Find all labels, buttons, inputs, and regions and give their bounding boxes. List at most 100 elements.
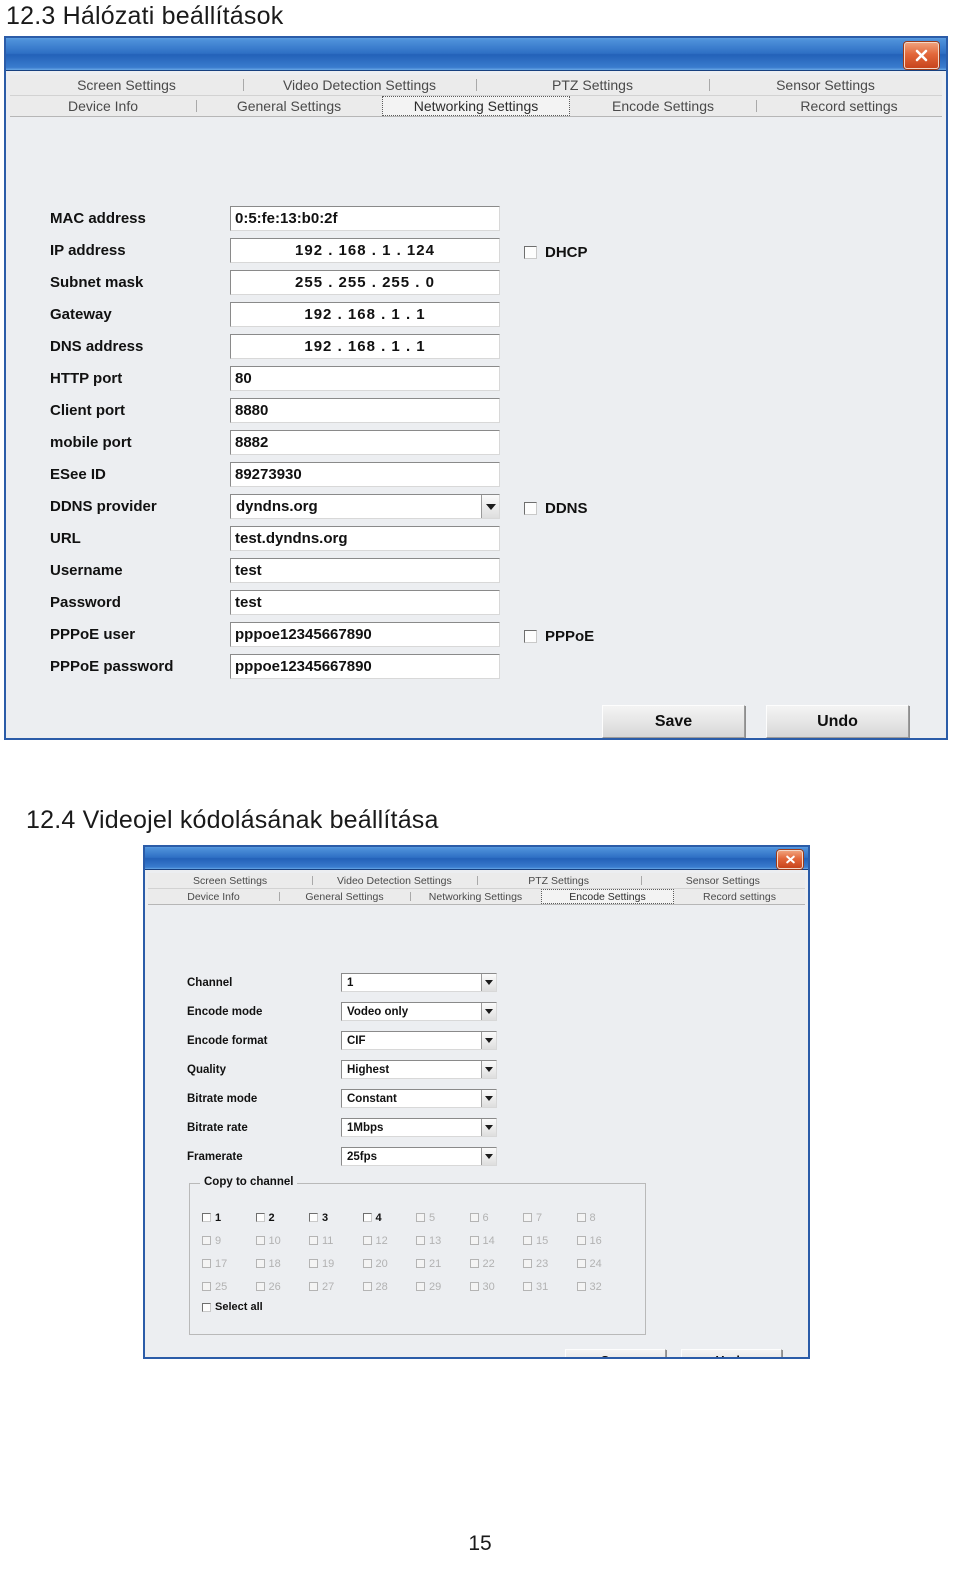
tab-encode-settings[interactable]: Encode Settings xyxy=(541,889,674,904)
channel-checkbox-23: 23 xyxy=(523,1258,577,1270)
tab-ptz-settings[interactable]: PTZ Settings xyxy=(476,873,641,888)
ddns-checkbox[interactable]: DDNS xyxy=(524,500,588,517)
chevron-down-icon[interactable] xyxy=(481,974,496,991)
channel-checkbox-box xyxy=(202,1282,211,1291)
undo-button[interactable]: Undo xyxy=(681,1349,782,1357)
esee-id-value: 89273930 xyxy=(235,466,302,483)
tab-general-settings[interactable]: General Settings xyxy=(196,96,382,116)
tab-ptz-settings[interactable]: PTZ Settings xyxy=(476,75,709,95)
dns-address-input[interactable]: 192 . 168 . 1 . 1 xyxy=(230,334,500,359)
chevron-down-icon[interactable] xyxy=(481,1148,496,1165)
tab-networking-settings[interactable]: Networking Settings xyxy=(382,96,570,116)
undo-button[interactable]: Undo xyxy=(766,705,909,738)
channel-checkbox-label: 32 xyxy=(589,1280,602,1293)
quality-select[interactable]: Highest xyxy=(341,1060,497,1079)
chevron-down-icon[interactable] xyxy=(481,1119,496,1136)
tab-screen-settings[interactable]: Screen Settings xyxy=(10,75,243,95)
channel-checkbox-label: 14 xyxy=(482,1234,495,1247)
chevron-down-icon[interactable] xyxy=(481,1061,496,1078)
channel-checkbox-label: 13 xyxy=(429,1234,442,1247)
label-username: Username xyxy=(50,562,123,579)
channel-checkbox-label: 22 xyxy=(482,1257,495,1270)
tab-label: Video Detection Settings xyxy=(282,77,437,93)
pppoe-user-input[interactable]: pppoe12345667890 xyxy=(230,622,500,647)
label-gateway: Gateway xyxy=(50,306,112,323)
channel-checkbox-3[interactable]: 3 xyxy=(309,1212,363,1224)
encode-dialog-titlebar xyxy=(145,847,808,870)
dhcp-checkbox[interactable]: DHCP xyxy=(524,244,588,261)
tab-record-settings[interactable]: Record settings xyxy=(756,96,942,116)
save-button[interactable]: Save xyxy=(565,1349,666,1357)
pppoe-checkbox[interactable]: PPPoE xyxy=(524,628,594,645)
chevron-down-icon[interactable] xyxy=(481,1003,496,1020)
label-bitrate-rate: Bitrate rate xyxy=(187,1122,248,1134)
channel-checkbox-31: 31 xyxy=(523,1281,577,1293)
channel-checkbox-20: 20 xyxy=(362,1258,417,1270)
channel-checkbox-label: 15 xyxy=(536,1234,549,1247)
channel-checkbox-15: 15 xyxy=(523,1235,577,1247)
channel-checkbox-28: 28 xyxy=(362,1281,417,1293)
chevron-down-icon[interactable] xyxy=(481,1032,496,1049)
channel-checkbox-box xyxy=(255,1259,265,1268)
copy-to-channel-title: Copy to channel xyxy=(200,1176,298,1188)
label-channel: Channel xyxy=(187,977,233,989)
pppoe-checkbox-box xyxy=(524,630,537,643)
ip-address-input[interactable]: 192 . 168 . 1 . 124 xyxy=(230,238,500,263)
save-button[interactable]: Save xyxy=(602,705,745,738)
subnet-mask-input[interactable]: 255 . 255 . 255 . 0 xyxy=(230,270,500,295)
tab-sensor-settings[interactable]: Sensor Settings xyxy=(640,873,805,888)
channel-checkbox-19: 19 xyxy=(309,1258,363,1270)
tab-general-settings[interactable]: General Settings xyxy=(279,889,410,904)
ddns-checkbox-label: DDNS xyxy=(545,500,588,517)
pppoe-password-input[interactable]: pppoe12345667890 xyxy=(230,654,500,679)
channel-checkbox-box xyxy=(523,1236,532,1245)
tab-encode-settings[interactable]: Encode Settings xyxy=(570,96,756,116)
gateway-input[interactable]: 192 . 168 . 1 . 1 xyxy=(230,302,500,327)
http-port-input[interactable]: 80 xyxy=(230,366,500,391)
framerate-select[interactable]: 25fps xyxy=(341,1147,497,1166)
channel-checkbox-1[interactable]: 1 xyxy=(202,1212,256,1224)
chevron-down-icon[interactable] xyxy=(481,495,499,518)
channel-checkbox-2[interactable]: 2 xyxy=(255,1212,310,1224)
tab-label: Sensor Settings xyxy=(776,77,875,93)
username-input[interactable]: test xyxy=(230,558,500,583)
label-framerate: Framerate xyxy=(187,1151,243,1163)
tab-label: Video Detection Settings xyxy=(336,874,452,887)
ddns-provider-select[interactable]: dyndns.org xyxy=(230,494,500,519)
client-port-input[interactable]: 8880 xyxy=(230,398,500,423)
channel-select[interactable]: 1 xyxy=(341,973,497,992)
tab-video-detection-settings[interactable]: Video Detection Settings xyxy=(243,75,476,95)
client-port-value: 8880 xyxy=(235,402,269,419)
tab-device-info[interactable]: Device Info xyxy=(10,96,196,116)
bitrate-rate-select[interactable]: 1Mbps xyxy=(341,1118,497,1137)
channel-checkbox-label: 21 xyxy=(429,1257,442,1270)
channel-checkbox-4[interactable]: 4 xyxy=(362,1212,417,1224)
channel-checkbox-label: 30 xyxy=(482,1280,495,1293)
close-icon[interactable] xyxy=(904,42,939,69)
encode-settings-dialog: Screen Settings Video Detection Settings… xyxy=(143,845,810,1359)
tab-video-detection-settings[interactable]: Video Detection Settings xyxy=(312,873,476,888)
channel-checkbox-26: 26 xyxy=(255,1280,310,1293)
tab-record-settings[interactable]: Record settings xyxy=(674,889,805,904)
tab-device-info[interactable]: Device Info xyxy=(148,889,279,904)
tab-sensor-settings[interactable]: Sensor Settings xyxy=(709,75,942,95)
password-input[interactable]: test xyxy=(230,590,500,615)
mobile-port-input[interactable]: 8882 xyxy=(230,430,500,455)
select-all-checkbox[interactable]: Select all xyxy=(202,1301,263,1313)
channel-checkbox-box xyxy=(362,1213,372,1222)
url-input[interactable]: test.dyndns.org xyxy=(230,526,500,551)
chevron-down-icon[interactable] xyxy=(481,1090,496,1107)
channel-checkbox-label: 25 xyxy=(215,1280,228,1293)
tab-networking-settings[interactable]: Networking Settings xyxy=(410,889,541,904)
esee-id-input[interactable]: 89273930 xyxy=(230,462,500,487)
label-subnet-mask: Subnet mask xyxy=(50,274,144,291)
ddns-provider-value: dyndns.org xyxy=(236,498,318,515)
channel-checkbox-32: 32 xyxy=(576,1280,631,1293)
close-icon[interactable] xyxy=(777,850,803,869)
bitrate-mode-select[interactable]: Constant xyxy=(341,1089,497,1108)
encode-format-select[interactable]: CIF xyxy=(341,1031,497,1050)
mac-address-input[interactable]: 0:5:fe:13:b0:2f xyxy=(230,206,500,231)
channel-checkbox-label: 26 xyxy=(268,1280,281,1293)
tab-screen-settings[interactable]: Screen Settings xyxy=(148,873,312,888)
encode-mode-select[interactable]: Vodeo only xyxy=(341,1002,497,1021)
